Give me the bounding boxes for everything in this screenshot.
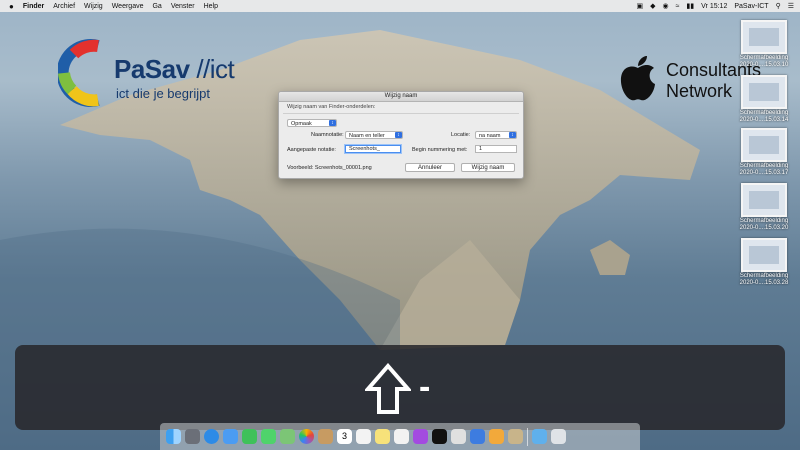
dialog-divider bbox=[283, 113, 519, 114]
desktop-file-5[interactable]: Schermafbeelding 2020-0....15.03.28 bbox=[732, 238, 796, 287]
notes-icon[interactable] bbox=[375, 429, 390, 444]
pasav-tagline: ict die je begrijpt bbox=[116, 86, 210, 101]
facetime-icon[interactable] bbox=[242, 429, 257, 444]
keynote-icon[interactable] bbox=[470, 429, 485, 444]
dock-separator bbox=[527, 427, 528, 446]
menu-wijzig[interactable]: Wijzig bbox=[84, 3, 103, 10]
shift-arrow-icon bbox=[365, 363, 411, 414]
menu-help[interactable]: Help bbox=[204, 3, 218, 10]
chevron-updown-icon: ↕ bbox=[395, 132, 402, 138]
menubar: ● Finder Archief Wijzig Weergave Ga Vens… bbox=[0, 0, 800, 12]
apple-tv-icon[interactable] bbox=[432, 429, 447, 444]
desktop-file-3[interactable]: Schermafbeelding 2020-0....15.03.17 bbox=[732, 128, 796, 177]
numbers-icon[interactable] bbox=[451, 429, 466, 444]
downloads-folder-icon[interactable] bbox=[532, 429, 547, 444]
pasav-name: PaSav //ict bbox=[114, 54, 235, 84]
finder-icon[interactable] bbox=[166, 429, 181, 444]
menubar-user[interactable]: PaSav-ICT bbox=[734, 3, 768, 10]
format-popup[interactable]: Opmaak ↕ bbox=[287, 119, 337, 127]
apple-logo-icon bbox=[620, 56, 655, 101]
screen-record-icon[interactable]: ▣ bbox=[636, 2, 643, 10]
contacts-icon[interactable] bbox=[318, 429, 333, 444]
photos-icon[interactable] bbox=[299, 429, 314, 444]
menu-archief[interactable]: Archief bbox=[53, 3, 75, 10]
minus-key: - bbox=[419, 368, 431, 406]
maps-icon[interactable] bbox=[280, 429, 295, 444]
menu-ga[interactable]: Ga bbox=[152, 3, 161, 10]
trash-icon[interactable] bbox=[551, 429, 566, 444]
calendar-icon[interactable]: 3 bbox=[337, 429, 352, 444]
desktop-file-2[interactable]: Schermafbeelding 2020-0....15.03.14 bbox=[732, 75, 796, 124]
apple-consultants-logo: Consultants Network bbox=[618, 52, 761, 112]
cancel-button[interactable]: Annuleer bbox=[405, 163, 455, 172]
name-format-label: Naamnotatie: bbox=[311, 132, 344, 138]
apple-menu-icon[interactable]: ● bbox=[9, 2, 14, 11]
desktop-file-1[interactable]: Schermafbeelding 2020-0....15.03.10 bbox=[732, 20, 796, 69]
name-format-popup[interactable]: Naam en teller ↕ bbox=[345, 131, 403, 139]
chevron-updown-icon: ↕ bbox=[329, 120, 336, 126]
example-text: Voorbeeld: Screenhots_00001.png bbox=[287, 165, 372, 171]
location-label: Locatie: bbox=[451, 132, 471, 138]
wifi-icon[interactable]: ≈ bbox=[676, 3, 680, 10]
menu-finder[interactable]: Finder bbox=[23, 3, 44, 10]
menubar-clock[interactable]: Vr 15:12 bbox=[701, 3, 727, 10]
grammarly-icon[interactable]: ◉ bbox=[662, 2, 668, 10]
start-number-label: Begin nummering met: bbox=[412, 147, 468, 153]
search-icon[interactable]: ⚲ bbox=[776, 2, 781, 10]
custom-format-input[interactable]: Screenhots_ bbox=[345, 145, 401, 153]
shortcut-overlay: - bbox=[15, 345, 785, 430]
location-popup[interactable]: na naam ↕ bbox=[475, 131, 517, 139]
menu-weergave[interactable]: Weergave bbox=[112, 3, 144, 10]
pasav-logo: PaSav //ict ict die je begrijpt bbox=[58, 38, 258, 108]
menu-venster[interactable]: Venster bbox=[171, 3, 195, 10]
file-thumbnail-icon bbox=[741, 238, 787, 272]
file-thumbnail-icon bbox=[741, 128, 787, 162]
custom-format-label: Aangepaste notatie: bbox=[287, 147, 336, 153]
file-thumbnail-icon bbox=[741, 75, 787, 109]
control-center-icon[interactable]: ☰ bbox=[788, 2, 794, 10]
podcasts-icon[interactable] bbox=[413, 429, 428, 444]
battery-icon[interactable]: ▮▮ bbox=[686, 2, 694, 10]
pages-icon[interactable] bbox=[489, 429, 504, 444]
mail-icon[interactable] bbox=[223, 429, 238, 444]
dropbox-icon[interactable]: ◆ bbox=[650, 2, 655, 10]
desktop-file-4[interactable]: Schermafbeelding 2020-0....15.03.20 bbox=[732, 183, 796, 232]
file-thumbnail-icon bbox=[741, 20, 787, 54]
dock: 3 bbox=[160, 423, 640, 450]
dialog-subtitle: Wijzig naam van Finder-onderdelen: bbox=[287, 104, 376, 110]
start-number-input[interactable]: 1 bbox=[475, 145, 517, 153]
file-thumbnail-icon bbox=[741, 183, 787, 217]
messages-icon[interactable] bbox=[261, 429, 276, 444]
reminders-icon[interactable] bbox=[356, 429, 371, 444]
preview-icon[interactable] bbox=[508, 429, 523, 444]
safari-icon[interactable] bbox=[204, 429, 219, 444]
rename-dialog: Wijzig naam Wijzig naam van Finder-onder… bbox=[278, 91, 524, 179]
pasav-emblem-icon bbox=[58, 39, 100, 107]
launchpad-icon[interactable] bbox=[185, 429, 200, 444]
rename-button[interactable]: Wijzig naam bbox=[461, 163, 515, 172]
music-icon[interactable] bbox=[394, 429, 409, 444]
chevron-updown-icon: ↕ bbox=[509, 132, 516, 138]
dialog-title: Wijzig naam bbox=[279, 92, 523, 102]
